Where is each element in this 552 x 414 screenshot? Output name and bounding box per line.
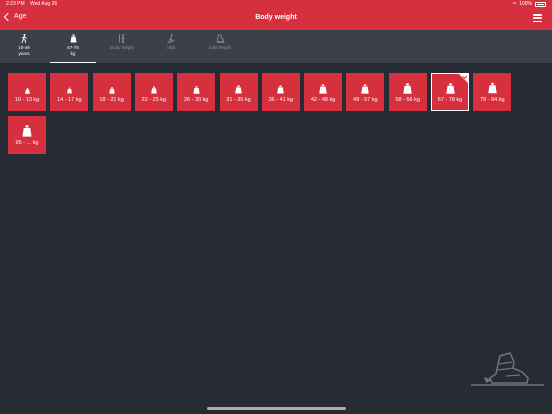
tab-sole-length-label: Sole length [208, 45, 232, 50]
weight-option-label: 18 - 21 kg [99, 97, 124, 103]
weight-icon [432, 83, 468, 94]
nav-row: Age Body weight [0, 9, 552, 30]
battery-icon [535, 2, 546, 7]
weight-icon [136, 86, 172, 94]
weight-option-label: 67 - 78 kg [437, 97, 463, 103]
tab-body-height-label: Body height [110, 45, 134, 50]
weight-option-label: 36 - 41 kg [268, 97, 294, 103]
weight-option-tile[interactable]: 26 - 30 kg [177, 73, 216, 111]
weight-option-label: 26 - 30 kg [183, 97, 209, 103]
weight-option-tile[interactable]: 18 - 21 kg [92, 73, 131, 111]
weight-icon [9, 88, 45, 94]
battery-percent: 100% [519, 1, 532, 7]
tab-skill[interactable]: Skill [148, 30, 194, 63]
weight-option-tile[interactable]: 14 - 17 kg [50, 73, 89, 111]
weight-icon [178, 86, 214, 94]
weight-icon [347, 84, 383, 94]
weight-option-tile[interactable]: 22 - 25 kg [134, 73, 173, 111]
wifi-icon: ≈ [512, 1, 517, 7]
weight-option-label: 22 - 25 kg [141, 97, 167, 103]
ski-boot-logo-icon [470, 350, 546, 393]
weight-option-tile[interactable]: 79 - 94 kg [473, 73, 512, 111]
sole-length-icon [216, 34, 225, 43]
weight-option-tile[interactable]: 67 - 78 kg [431, 73, 469, 111]
walking-person-icon [20, 34, 28, 43]
skier-icon [167, 34, 175, 43]
weight-icon [263, 85, 299, 94]
status-bar: 2:23 PM Wed Aug 26 ≈ 100% [0, 0, 552, 9]
checkmark-icon [459, 74, 468, 83]
weight-option-label: 79 - 94 kg [480, 97, 505, 103]
weight-option-tile[interactable]: 31 - 35 kg [219, 73, 258, 111]
status-time: 2:23 PM [6, 1, 25, 7]
weight-icon [51, 87, 87, 94]
weight-option-tile[interactable]: 42 - 48 kg [304, 73, 343, 111]
weight-option-label: 10 - 13 kg [14, 97, 40, 103]
tab-sole-length[interactable]: Sole length [197, 30, 243, 63]
weight-icon [221, 85, 257, 94]
status-right: ≈ 100% [513, 0, 546, 9]
weight-icon [94, 87, 130, 94]
home-indicator[interactable] [207, 407, 346, 410]
tab-body-weight[interactable]: 67-78 kg [50, 30, 96, 63]
weight-icon [305, 84, 341, 94]
weight-option-tile[interactable]: 49 - 57 kg [346, 73, 385, 111]
tab-body-height[interactable]: Body height [99, 30, 145, 63]
tab-skill-label: Skill [166, 45, 176, 50]
tab-age[interactable]: 10-49 years [1, 30, 47, 63]
weight-icon [390, 83, 426, 94]
tab-body-weight-label: 67-78 kg [67, 45, 79, 56]
tab-age-label: 10-49 years [18, 45, 30, 56]
weight-option-label: 42 - 48 kg [310, 97, 336, 103]
weight-option-label: 31 - 35 kg [226, 97, 251, 103]
header-bar: 2:23 PM Wed Aug 26 ≈ 100% Age Body weigh… [0, 0, 552, 30]
wizard-steps-bar: 10-49 years 67-78 kg Body height Skill S… [0, 30, 552, 63]
weight-icon [9, 125, 45, 137]
page-title: Body weight [255, 14, 297, 21]
weight-option-tile[interactable]: 95 - ... kg [8, 116, 46, 154]
hamburger-menu-icon[interactable] [533, 14, 542, 22]
body-height-icon [118, 34, 126, 43]
weight-option-label: 95 - ... kg [15, 140, 39, 146]
weight-option-tile[interactable]: 10 - 13 kg [8, 73, 46, 111]
weight-icon [474, 82, 510, 94]
weight-option-label: 58 - 66 kg [395, 97, 420, 103]
weight-option-tile[interactable]: 58 - 66 kg [388, 73, 427, 111]
weight-option-label: 14 - 17 kg [57, 97, 82, 103]
status-date: Wed Aug 26 [30, 1, 58, 7]
weight-option-label: 49 - 57 kg [353, 97, 378, 103]
weight-option-tile[interactable]: 36 - 41 kg [261, 73, 300, 111]
weight-icon [70, 34, 77, 43]
